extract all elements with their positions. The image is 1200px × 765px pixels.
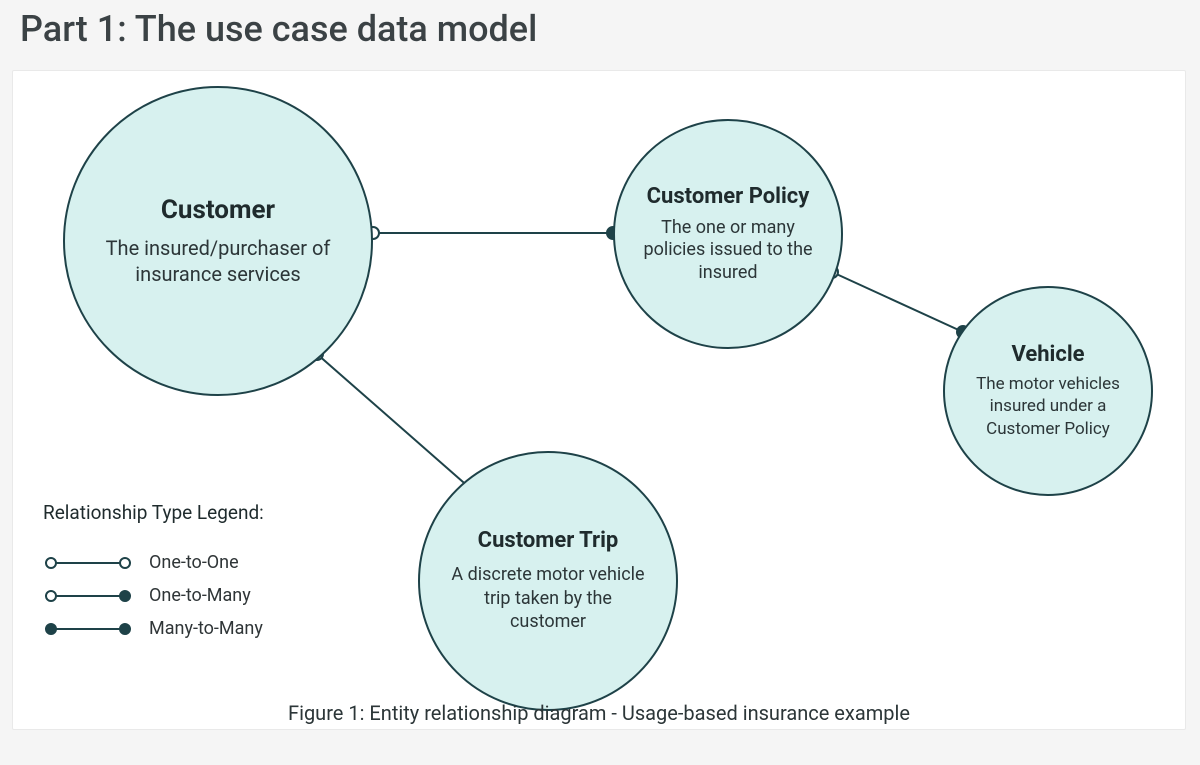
edge-customer-to-policy — [367, 227, 619, 239]
entity-customer-policy: Customer Policy The one or many policies… — [613, 119, 843, 349]
one-to-many-icon — [43, 588, 133, 604]
legend-label: One-to-One — [149, 552, 239, 573]
entity-title: Customer Trip — [478, 528, 619, 553]
edge-policy-to-vehicle — [826, 266, 969, 338]
entity-title: Customer — [161, 195, 275, 225]
diagram-card: Customer The insured/purchaser of insura… — [12, 70, 1186, 730]
one-to-one-icon — [43, 555, 133, 571]
legend-label: One-to-Many — [149, 585, 251, 606]
entity-title: Vehicle — [1011, 342, 1084, 367]
legend-item-one-to-many: One-to-Many — [43, 585, 373, 606]
legend-label: Many-to-Many — [149, 618, 263, 639]
entity-description: The one or many policies issued to the i… — [643, 217, 813, 285]
legend-item-one-to-one: One-to-One — [43, 552, 373, 573]
many-to-many-icon — [43, 621, 133, 637]
figure-caption: Figure 1: Entity relationship diagram - … — [13, 701, 1185, 725]
entity-vehicle: Vehicle The motor vehicles insured under… — [943, 286, 1153, 496]
legend: Relationship Type Legend: One-to-One — [43, 501, 373, 651]
entity-title: Customer Policy — [647, 184, 810, 209]
entity-description: The motor vehicles insured under a Custo… — [963, 373, 1133, 439]
entity-customer: Customer The insured/purchaser of insura… — [63, 86, 373, 396]
legend-title: Relationship Type Legend: — [43, 501, 373, 524]
entity-description: The insured/purchaser of insurance servi… — [97, 235, 339, 287]
legend-item-many-to-many: Many-to-Many — [43, 618, 373, 639]
edge-customer-to-trip — [311, 348, 477, 495]
page-title: Part 1: The use case data model — [20, 8, 1200, 50]
entity-description: A discrete motor vehicle trip taken by t… — [444, 563, 652, 633]
entity-customer-trip: Customer Trip A discrete motor vehicle t… — [418, 451, 678, 711]
